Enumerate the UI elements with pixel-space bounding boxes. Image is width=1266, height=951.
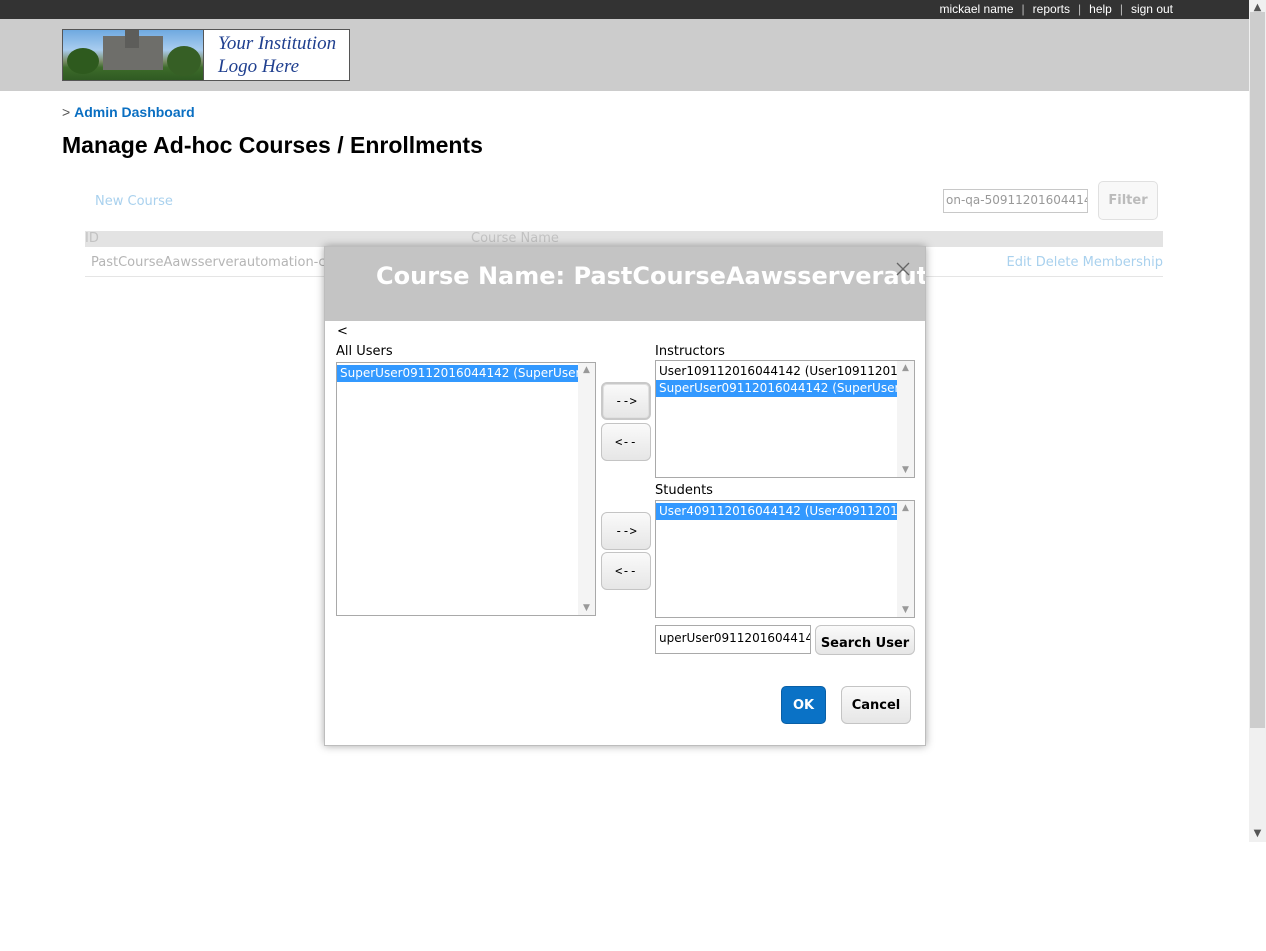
logo-text: Your Institution Logo Here [204, 30, 336, 80]
search-user-button[interactable]: Search User [815, 625, 915, 655]
remove-student-button[interactable]: <-- [601, 552, 651, 590]
list-item[interactable]: User109112016044142 (User109112016044142… [656, 363, 897, 380]
dialog-header: Course Name: PastCourseAawsserverautomat… [325, 247, 925, 321]
breadcrumb: > Admin Dashboard [62, 104, 195, 120]
row-course-id: PastCourseAawsserverautomation-c [91, 255, 326, 270]
column-id: ID [85, 231, 99, 246]
students-list[interactable]: User409112016044142 (User409112016044142… [655, 500, 915, 618]
admin-dashboard-link[interactable]: Admin Dashboard [74, 104, 195, 120]
breadcrumb-arrow: > [62, 104, 71, 120]
scroll-down-icon[interactable]: ▼ [1249, 828, 1266, 840]
list-item[interactable]: SuperUser09112016044142 (SuperUser091120… [337, 365, 578, 382]
cancel-button[interactable]: Cancel [841, 686, 911, 724]
ok-button[interactable]: OK [781, 686, 826, 724]
sign-out-link[interactable]: sign out [1123, 2, 1181, 16]
help-link[interactable]: help [1081, 2, 1120, 16]
all-users-label: All Users [336, 344, 393, 359]
list-scrollbar[interactable]: ▲ ▼ [897, 501, 914, 617]
page-title: Manage Ad-hoc Courses / Enrollments [62, 132, 483, 158]
scrollbar-thumb[interactable] [1250, 12, 1265, 728]
logo-line-1: Your Institution [218, 33, 337, 54]
list-item[interactable]: SuperUser09112016044142 (SuperUser091120… [656, 380, 897, 397]
list-item[interactable]: User409112016044142 (User409112016044142… [656, 503, 897, 520]
close-icon[interactable] [895, 261, 911, 277]
remove-instructor-button[interactable]: <-- [601, 423, 651, 461]
reports-link[interactable]: reports [1025, 2, 1078, 16]
all-users-list[interactable]: SuperUser09112016044142 (SuperUser091120… [336, 362, 596, 616]
add-instructor-button[interactable]: --> [601, 382, 651, 420]
new-course-link[interactable]: New Course [95, 194, 173, 209]
filter-button[interactable]: Filter [1098, 181, 1158, 220]
scroll-down-icon[interactable]: ▼ [897, 465, 914, 475]
filter-input[interactable]: on-qa-509112016044142 [943, 189, 1088, 213]
search-user-input[interactable]: uperUser09112016044142 [655, 625, 811, 654]
scroll-up-icon[interactable]: ▲ [578, 365, 595, 375]
logo-line-2: Logo Here [218, 56, 300, 77]
scroll-down-icon[interactable]: ▼ [578, 603, 595, 613]
user-name-link[interactable]: mickael name [932, 2, 1022, 16]
list-scrollbar[interactable]: ▲ ▼ [897, 361, 914, 477]
scroll-down-icon[interactable]: ▼ [897, 605, 914, 615]
membership-dialog: Course Name: PastCourseAawsserverautomat… [324, 246, 926, 746]
column-course-name: Course Name [471, 231, 559, 246]
page-scrollbar[interactable]: ▲ ▼ [1249, 0, 1266, 842]
add-student-button[interactable]: --> [601, 512, 651, 550]
scroll-up-icon[interactable]: ▲ [897, 363, 914, 373]
top-bar: mickael name | reports | help | sign out [0, 0, 1249, 19]
scroll-up-icon[interactable]: ▲ [897, 503, 914, 513]
dialog-title: Course Name: PastCourseAawsserverautomat… [376, 262, 925, 290]
students-label: Students [655, 483, 713, 498]
site-header: Your Institution Logo Here [0, 19, 1249, 91]
table-header: ID Course Name [85, 231, 1163, 247]
row-actions[interactable]: Edit Delete Membership [1006, 255, 1163, 270]
back-button[interactable]: < [337, 324, 348, 339]
list-scrollbar[interactable]: ▲ ▼ [578, 363, 595, 615]
user-links: mickael name | reports | help | sign out [932, 2, 1181, 16]
institution-logo[interactable]: Your Institution Logo Here [62, 29, 350, 81]
campus-photo [63, 30, 204, 80]
instructors-label: Instructors [655, 344, 725, 359]
instructors-list[interactable]: User109112016044142 (User109112016044142… [655, 360, 915, 478]
